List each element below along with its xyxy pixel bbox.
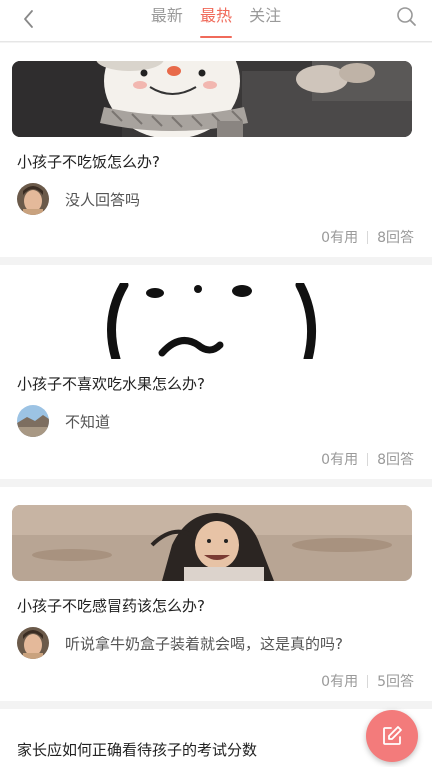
stats-divider — [367, 452, 369, 466]
question-stats: 0有用 8回答 — [321, 449, 414, 469]
ask-question-button[interactable] — [366, 710, 418, 762]
snowman-photo — [12, 61, 412, 137]
question-title[interactable]: 小孩子不吃饭怎么办? — [17, 151, 160, 172]
search-icon — [397, 7, 416, 26]
useful-count[interactable]: 0有用 — [321, 449, 358, 469]
child-portrait-avatar — [17, 627, 49, 659]
question-card[interactable]: 小孩子不吃感冒药该怎么办? 听说拿牛奶盒子装着就会喝，这是真的吗? 0有用 5回… — [0, 487, 432, 701]
answer-count[interactable]: 8回答 — [377, 227, 414, 247]
answer-count[interactable]: 5回答 — [377, 671, 414, 691]
question-title[interactable]: 小孩子不吃感冒药该怎么办? — [17, 595, 205, 616]
answer-preview-row[interactable]: 听说拿牛奶盒子装着就会喝，这是真的吗? — [17, 627, 343, 659]
answer-preview-row[interactable]: 没人回答吗 — [17, 183, 140, 215]
search-button[interactable] — [394, 4, 420, 30]
answer-preview-row[interactable]: 不知道 — [17, 405, 110, 437]
top-bar: 最新 最热 关注 — [0, 0, 432, 42]
question-card[interactable]: 小孩子不吃饭怎么办? 没人回答吗 0有用 8回答 — [0, 43, 432, 257]
useful-count[interactable]: 0有用 — [321, 671, 358, 691]
cartoon-face-sketch — [12, 283, 412, 359]
question-title[interactable]: 家长应如何正确看待孩子的考试分数 — [17, 739, 257, 760]
answer-count[interactable]: 8回答 — [377, 449, 414, 469]
question-card[interactable]: 小孩子不喜欢吃水果怎么办? 不知道 0有用 8回答 — [0, 265, 432, 479]
answer-text: 不知道 — [65, 412, 111, 431]
stats-divider — [367, 230, 369, 244]
question-stats: 0有用 5回答 — [321, 671, 414, 691]
tab-hottest[interactable]: 最热 — [199, 0, 233, 42]
edit-icon — [383, 726, 402, 745]
tab-bar: 最新 最热 关注 — [0, 0, 432, 42]
question-feed: 小孩子不吃饭怎么办? 没人回答吗 0有用 8回答 小孩子不喜欢吃水果怎么办? 不… — [0, 43, 432, 767]
girl-on-beach-photo — [12, 505, 412, 581]
stats-divider — [367, 674, 369, 688]
answer-text: 听说拿牛奶盒子装着就会喝，这是真的吗? — [65, 634, 343, 653]
question-stats: 0有用 8回答 — [321, 227, 414, 247]
question-title[interactable]: 小孩子不喜欢吃水果怎么办? — [17, 373, 205, 394]
tab-newest[interactable]: 最新 — [151, 0, 183, 42]
tab-following[interactable]: 关注 — [249, 0, 281, 42]
child-portrait-avatar — [17, 183, 49, 215]
useful-count[interactable]: 0有用 — [321, 227, 358, 247]
answer-text: 没人回答吗 — [65, 190, 141, 209]
landscape-avatar — [17, 405, 49, 437]
